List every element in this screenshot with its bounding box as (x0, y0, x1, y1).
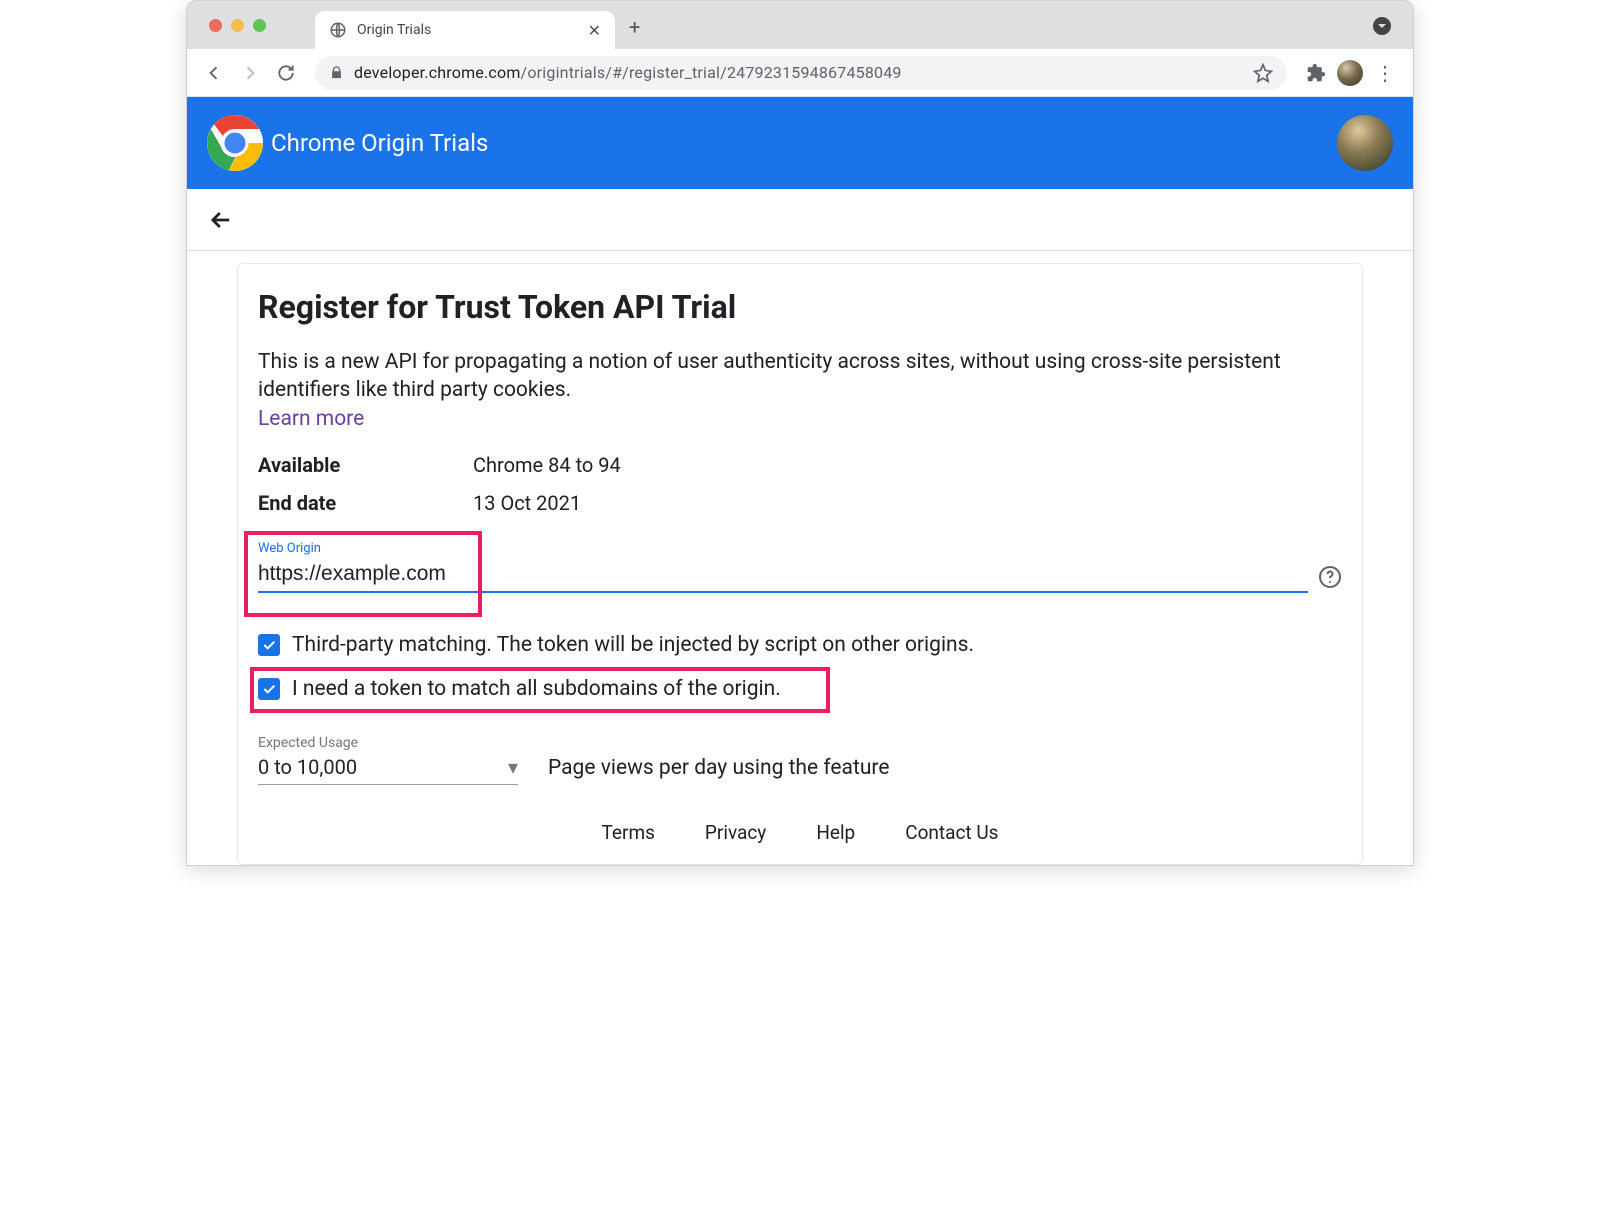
address-bar[interactable]: developer.chrome.com/origintrials/#/regi… (315, 56, 1287, 90)
url-text: developer.chrome.com/origintrials/#/regi… (354, 63, 902, 82)
end-date-value: 13 Oct 2021 (473, 491, 581, 515)
app-header: Chrome Origin Trials (187, 97, 1413, 189)
bookmark-star-icon[interactable] (1253, 63, 1273, 83)
page-back-button[interactable] (207, 206, 235, 234)
new-tab-button[interactable]: + (629, 15, 640, 39)
tab-title: Origin Trials (357, 22, 431, 38)
close-tab-icon[interactable]: ✕ (588, 21, 601, 40)
page-title: Register for Trust Token API Trial (258, 288, 1342, 326)
third-party-label: Third-party matching. The token will be … (292, 633, 974, 657)
available-label: Available (258, 453, 473, 477)
end-date-row: End date 13 Oct 2021 (258, 491, 1342, 515)
browser-toolbar: developer.chrome.com/origintrials/#/regi… (187, 49, 1413, 97)
web-origin-input[interactable] (258, 558, 1308, 593)
browser-menu-icon[interactable]: ⋮ (1369, 61, 1401, 85)
expected-usage-description: Page views per day using the feature (548, 756, 889, 785)
end-date-label: End date (258, 491, 473, 515)
globe-icon (329, 21, 347, 39)
tab-overflow-icon[interactable] (1373, 17, 1391, 35)
web-origin-field: Web Origin (258, 541, 1342, 593)
reload-button[interactable] (271, 58, 301, 88)
chrome-logo-icon (207, 115, 263, 171)
browser-tab[interactable]: Origin Trials ✕ (315, 11, 615, 49)
maximize-window-button[interactable] (253, 19, 266, 32)
lock-icon (329, 65, 344, 80)
terms-link[interactable]: Terms (602, 821, 655, 844)
browser-window: Origin Trials ✕ + developer.chrome.com/o… (186, 0, 1414, 866)
available-value: Chrome 84 to 94 (473, 453, 621, 477)
third-party-checkbox[interactable] (258, 634, 280, 656)
close-window-button[interactable] (209, 19, 222, 32)
window-controls (209, 19, 266, 32)
footer-links: Terms Privacy Help Contact Us (258, 821, 1342, 844)
extensions-icon[interactable] (1301, 58, 1331, 88)
forward-button[interactable] (235, 58, 265, 88)
learn-more-link[interactable]: Learn more (258, 407, 364, 431)
available-row: Available Chrome 84 to 94 (258, 453, 1342, 477)
web-origin-label: Web Origin (258, 541, 1342, 556)
subdomain-checkbox-row: I need a token to match all subdomains o… (258, 677, 1342, 701)
profile-avatar[interactable] (1337, 60, 1363, 86)
contact-link[interactable]: Contact Us (905, 821, 998, 844)
tab-strip: Origin Trials ✕ + (187, 1, 1413, 49)
registration-card: Register for Trust Token API Trial This … (237, 263, 1363, 865)
minimize-window-button[interactable] (231, 19, 244, 32)
expected-usage-value: 0 to 10,000 (258, 755, 357, 779)
expected-usage-select[interactable]: 0 to 10,000 ▾ (258, 751, 518, 785)
back-button[interactable] (199, 58, 229, 88)
dropdown-triangle-icon: ▾ (508, 755, 518, 779)
subdomain-checkbox[interactable] (258, 678, 280, 700)
app-title: Chrome Origin Trials (271, 129, 488, 157)
expected-usage-row: Expected Usage 0 to 10,000 ▾ Page views … (258, 735, 1342, 785)
page-back-row (187, 189, 1413, 251)
description-text: This is a new API for propagating a noti… (258, 348, 1342, 405)
help-icon[interactable] (1318, 565, 1342, 589)
help-link[interactable]: Help (816, 821, 855, 844)
privacy-link[interactable]: Privacy (705, 821, 766, 844)
expected-usage-label: Expected Usage (258, 735, 518, 751)
subdomain-label: I need a token to match all subdomains o… (292, 677, 781, 701)
expected-usage-field: Expected Usage 0 to 10,000 ▾ (258, 735, 518, 785)
third-party-checkbox-row: Third-party matching. The token will be … (258, 633, 1342, 657)
user-avatar[interactable] (1337, 115, 1393, 171)
